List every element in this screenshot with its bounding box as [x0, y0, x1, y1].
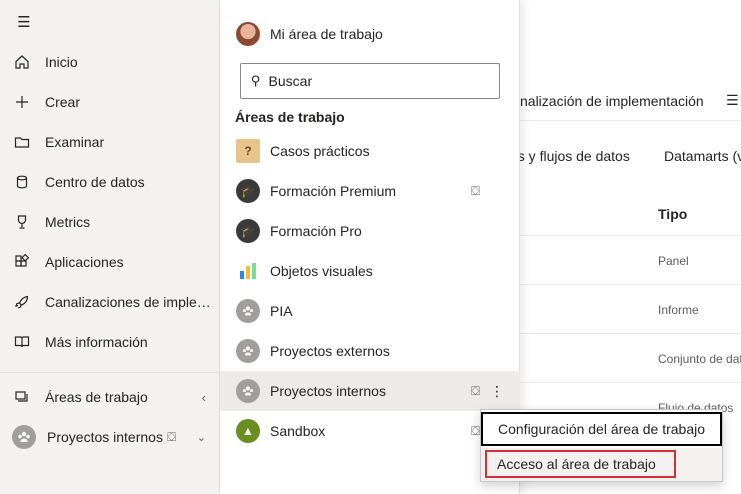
nav-item-create[interactable]: Crear	[0, 82, 220, 122]
search-input[interactable]	[268, 73, 469, 89]
toolbar-pipeline-text[interactable]: nalización de implementación	[520, 93, 704, 109]
nav-item-learn[interactable]: Más información	[0, 322, 220, 362]
nav-item-label: Proyectos internos	[47, 429, 163, 445]
nav-item-label: Metrics	[45, 214, 91, 230]
folder-icon	[0, 134, 45, 150]
divider	[520, 284, 741, 285]
search-box[interactable]: ⚲	[240, 63, 500, 99]
nav-item-label: Áreas de trabajo	[45, 389, 148, 405]
hamburger-icon[interactable]: ☰	[14, 12, 34, 32]
group-icon	[12, 425, 36, 449]
workspace-label: Formación Pro	[270, 223, 362, 239]
nav-item-metrics[interactable]: Metrics	[0, 202, 220, 242]
book-icon	[0, 334, 45, 350]
workspace-label: PIA	[270, 303, 293, 319]
workspace-item-pia[interactable]: PIA	[220, 291, 520, 331]
premium-diamond-icon: ⛋	[470, 383, 480, 398]
group-icon	[236, 379, 260, 403]
avatar	[236, 22, 260, 46]
my-workspace-item[interactable]: Mi área de trabajo	[236, 22, 383, 46]
nav-item-label: Canalizaciones de implementación	[45, 294, 217, 310]
workspace-item-formacion-pro[interactable]: 🎓 Formación Pro	[220, 211, 520, 251]
home-icon	[0, 54, 45, 70]
graduate-icon: 🎓	[236, 179, 260, 203]
menu-item-workspace-settings[interactable]: Configuración del área de trabajo	[481, 412, 722, 446]
graduate-icon: 🎓	[236, 219, 260, 243]
left-navigation: ☰ Inicio Crear Examinar Centro de datos …	[0, 0, 220, 494]
table-cell-type: Informe	[658, 303, 699, 317]
premium-diamond-icon: ⛋	[166, 429, 177, 444]
workspace-item-formacion-premium[interactable]: 🎓 Formación Premium ⛋	[220, 171, 520, 211]
my-workspace-label: Mi área de trabajo	[270, 26, 383, 42]
workspace-label: Proyectos externos	[270, 343, 390, 359]
divider	[520, 382, 741, 383]
tab-datasets[interactable]: os y flujos de datos	[510, 148, 630, 164]
tab-datamarts[interactable]: Datamarts (v	[664, 148, 741, 164]
search-icon: ⚲	[251, 73, 261, 88]
more-options-icon[interactable]: ⋮	[490, 383, 504, 400]
table-cell-type: Conjunto de dat	[658, 352, 741, 366]
chevron-left-icon[interactable]: ‹	[202, 390, 206, 405]
nav-item-label: Inicio	[45, 54, 78, 70]
group-icon	[236, 339, 260, 363]
nav-item-browse[interactable]: Examinar	[0, 122, 220, 162]
workspace-label: Formación Premium	[270, 183, 397, 199]
trophy-icon	[0, 214, 45, 230]
premium-diamond-icon: ⛋	[470, 423, 480, 438]
workspaces-flyout: Mi área de trabajo ⚲ Áreas de trabajo ? …	[220, 0, 520, 494]
workspace-label: Sandbox	[270, 423, 326, 439]
nav-item-label: Examinar	[45, 134, 105, 150]
group-icon	[236, 299, 260, 323]
divider	[520, 120, 741, 121]
workspace-item-proyectos-externos[interactable]: Proyectos externos	[220, 331, 520, 371]
nav-item-workspaces[interactable]: Áreas de trabajo ‹	[0, 377, 220, 417]
case-box-icon: ?	[236, 139, 260, 163]
nav-item-apps[interactable]: Aplicaciones	[0, 242, 220, 282]
nav-item-data-hub[interactable]: Centro de datos	[0, 162, 220, 202]
nav-item-current-workspace[interactable]: Proyectos internos ⛋ ⌄	[0, 417, 220, 457]
divider	[520, 235, 741, 236]
nav-item-label: Centro de datos	[45, 174, 145, 190]
divider	[520, 333, 741, 334]
nav-item-label: Más información	[45, 334, 148, 350]
rocket-icon	[0, 294, 45, 310]
filter-lines-icon[interactable]: ☰	[726, 92, 739, 109]
workspace-item-casos[interactable]: ? Casos prácticos	[220, 131, 520, 171]
bar-chart-icon	[236, 259, 260, 283]
workspace-context-menu: Configuración del área de trabajo Acceso…	[480, 409, 723, 482]
chevron-down-icon[interactable]: ⌄	[197, 431, 206, 444]
workspace-item-objetos-visuales[interactable]: Objetos visuales	[220, 251, 520, 291]
menu-item-workspace-access[interactable]: Acceso al área de trabajo	[485, 450, 676, 478]
divider	[0, 372, 220, 373]
nav-item-home[interactable]: Inicio	[0, 42, 220, 82]
workspaces-heading: Áreas de trabajo	[235, 109, 345, 125]
nav-item-pipelines[interactable]: Canalizaciones de implementación	[0, 282, 220, 322]
database-icon	[0, 174, 45, 190]
workspace-label: Proyectos internos	[270, 383, 386, 399]
workspace-item-proyectos-internos[interactable]: Proyectos internos ⛋ ⋮	[220, 371, 520, 411]
workspace-item-sandbox[interactable]: ▲ Sandbox ⛋	[220, 411, 520, 451]
workspace-label: Objetos visuales	[270, 263, 373, 279]
plus-icon	[0, 94, 45, 110]
sandbox-icon: ▲	[236, 419, 260, 443]
apps-icon	[0, 254, 45, 270]
workspace-label: Casos prácticos	[270, 143, 370, 159]
table-cell-type: Panel	[658, 254, 689, 268]
nav-item-label: Aplicaciones	[45, 254, 124, 270]
nav-item-label: Crear	[45, 94, 81, 110]
group-icon-wrapper	[0, 425, 47, 449]
premium-diamond-icon: ⛋	[470, 183, 480, 198]
column-header-type[interactable]: Tipo	[658, 206, 687, 222]
workspaces-icon	[0, 389, 45, 405]
